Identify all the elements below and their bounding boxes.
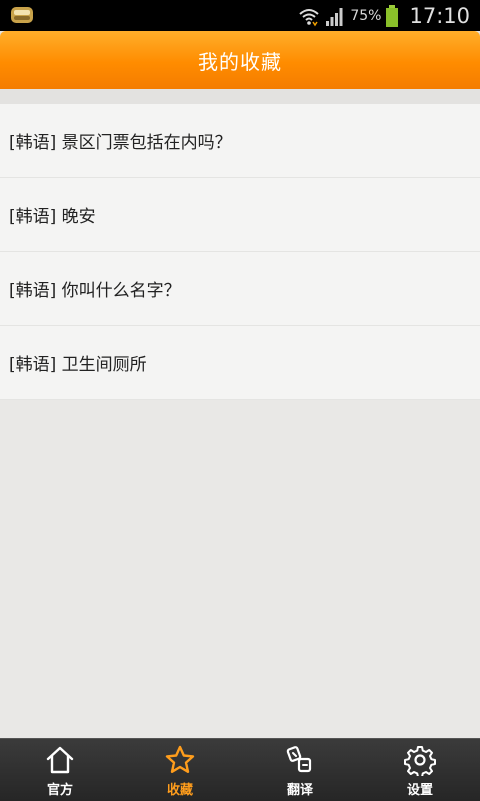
tab-label: 翻译: [286, 783, 313, 798]
status-bar: 75% 17:10: [0, 0, 480, 31]
header-spacer: [0, 89, 480, 104]
battery-percentage: 75%: [350, 7, 382, 24]
tab-label: 设置: [406, 783, 433, 798]
list-item-text: [韩语] 景区门票包括在内吗？: [9, 133, 232, 153]
list-item[interactable]: [韩语] 你叫什么名字？: [0, 252, 480, 326]
tab-label: 收藏: [166, 783, 193, 798]
tab-favorites[interactable]: 收藏: [120, 739, 240, 801]
tab-settings[interactable]: 设置: [360, 739, 480, 801]
battery-icon: [386, 4, 399, 27]
tab-label: 官方: [46, 783, 73, 798]
status-icons: 75% 17:10: [298, 0, 470, 31]
page-title: 我的收藏: [198, 49, 282, 74]
bottom-tab-bar: 官方 收藏 翻译 设置: [0, 738, 480, 801]
translate-icon: [286, 746, 312, 773]
clock: 17:10: [409, 3, 470, 28]
star-icon: [165, 745, 195, 773]
list-item-text: [韩语] 你叫什么名字？: [9, 281, 181, 301]
list-item-text: [韩语] 晚安: [9, 207, 96, 227]
list-item[interactable]: [韩语] 景区门票包括在内吗？: [0, 104, 480, 178]
signal-icon: [326, 7, 343, 26]
favorites-list: [韩语] 景区门票包括在内吗？ [韩语] 晚安 [韩语] 你叫什么名字？ [韩语…: [0, 104, 480, 400]
list-item-text: [韩语] 卫生间厕所: [9, 355, 147, 375]
wifi-icon: [299, 8, 320, 26]
home-icon: [46, 746, 74, 774]
tab-official[interactable]: 官方: [0, 739, 120, 801]
app-notification-icon: [11, 7, 33, 23]
list-item[interactable]: [韩语] 卫生间厕所: [0, 326, 480, 400]
tab-translate[interactable]: 翻译: [240, 739, 360, 801]
list-item[interactable]: [韩语] 晚安: [0, 178, 480, 252]
gear-icon: [404, 746, 436, 776]
app-header: 我的收藏: [0, 31, 480, 89]
